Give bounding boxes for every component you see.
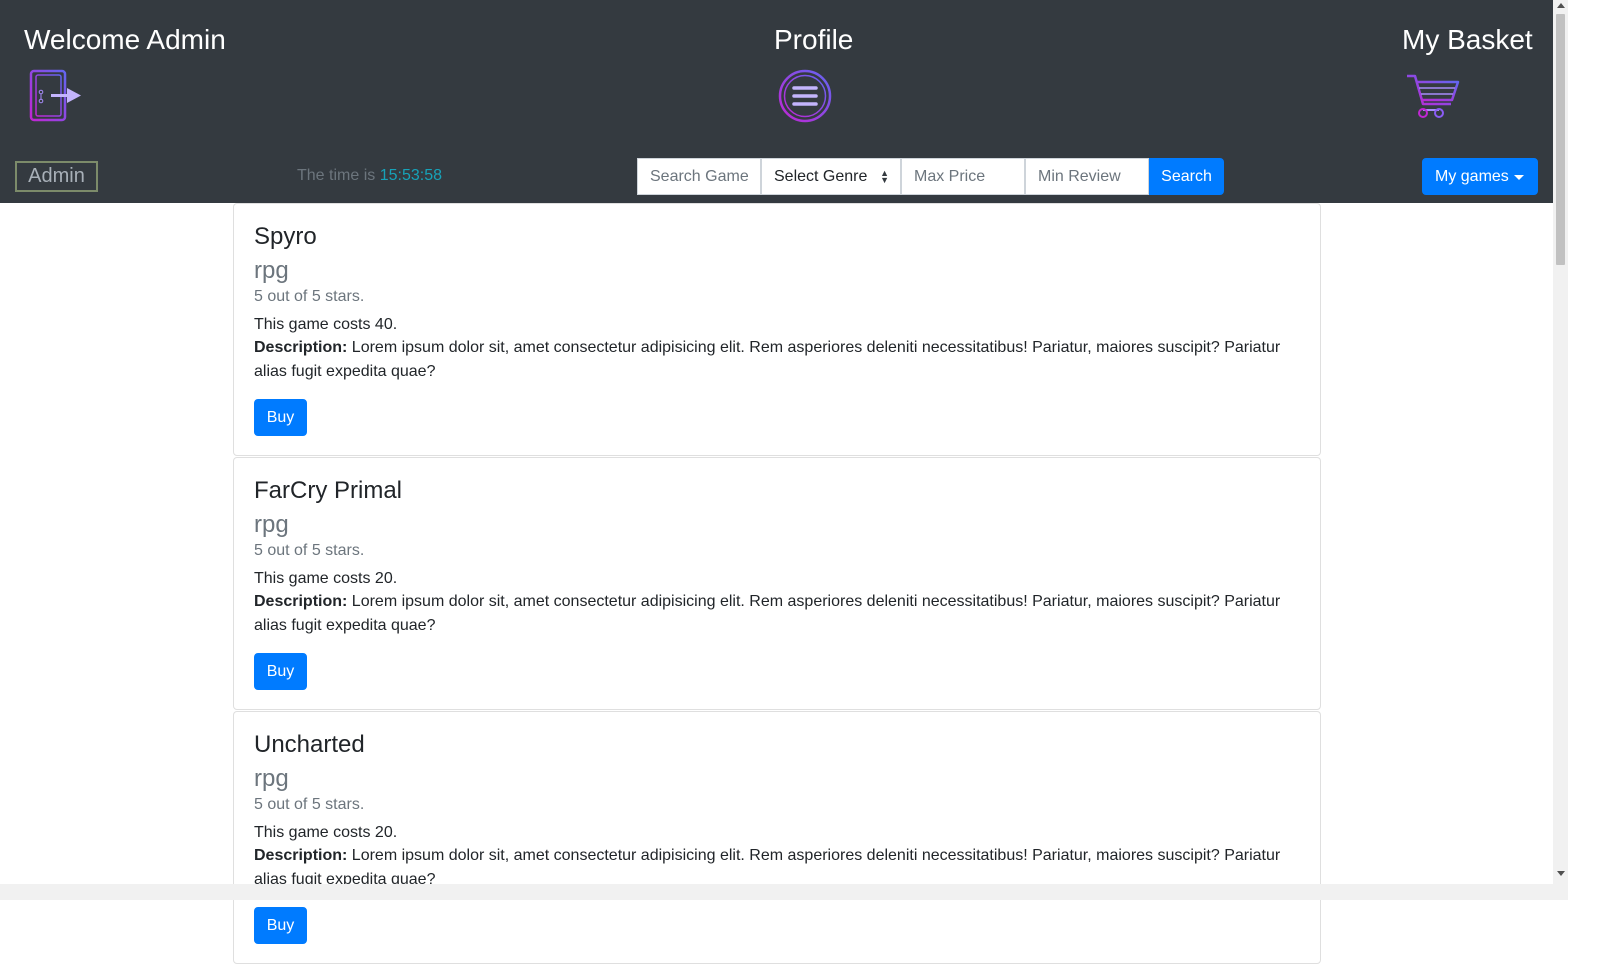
logout-door-icon[interactable] bbox=[27, 68, 83, 124]
select-arrows-icon: ▲ ▼ bbox=[880, 168, 889, 185]
max-price-input[interactable] bbox=[901, 158, 1025, 195]
buy-button[interactable]: Buy bbox=[254, 653, 307, 690]
description-label: Description: bbox=[254, 847, 348, 864]
my-games-dropdown-button[interactable]: My games bbox=[1422, 158, 1538, 195]
shopping-cart-icon[interactable] bbox=[1405, 68, 1461, 124]
basket-heading: My Basket bbox=[1402, 24, 1533, 55]
buy-button[interactable]: Buy bbox=[254, 907, 307, 944]
time-value: 15:53:58 bbox=[379, 167, 442, 184]
welcome-heading: Welcome Admin bbox=[24, 24, 226, 55]
scroll-up-arrow-icon[interactable] bbox=[1557, 3, 1565, 8]
my-games-label: My games bbox=[1435, 167, 1509, 185]
game-card: Uncharted rpg 5 out of 5 stars. This gam… bbox=[233, 711, 1321, 964]
game-title: Uncharted bbox=[254, 731, 365, 758]
time-prefix: The time is bbox=[297, 167, 376, 184]
game-price: This game costs 20. bbox=[254, 824, 398, 841]
game-genre: rpg bbox=[254, 257, 289, 284]
game-description: Description: Lorem ipsum dolor sit, amet… bbox=[254, 590, 1300, 637]
genre-select-value: Select Genre bbox=[774, 167, 868, 185]
description-text: Lorem ipsum dolor sit, amet consectetur … bbox=[254, 847, 1281, 888]
game-genre: rpg bbox=[254, 511, 289, 538]
game-price: This game costs 40. bbox=[254, 316, 398, 333]
caret-down-icon bbox=[1514, 175, 1524, 180]
game-genre: rpg bbox=[254, 765, 289, 792]
clock-display: The time is 15:53:58 bbox=[297, 166, 442, 186]
description-text: Lorem ipsum dolor sit, amet consectetur … bbox=[254, 593, 1281, 634]
scrollbar-thumb[interactable] bbox=[1556, 14, 1565, 265]
description-label: Description: bbox=[254, 593, 348, 610]
min-review-input[interactable] bbox=[1025, 158, 1149, 195]
description-label: Description: bbox=[254, 339, 348, 356]
game-rating: 5 out of 5 stars. bbox=[254, 288, 365, 305]
search-form: Select Genre ▲▼ Search bbox=[637, 158, 1224, 195]
game-rating: 5 out of 5 stars. bbox=[254, 542, 365, 559]
admin-button[interactable]: Admin bbox=[15, 161, 98, 192]
description-text: Lorem ipsum dolor sit, amet consectetur … bbox=[254, 339, 1281, 380]
game-rating: 5 out of 5 stars. bbox=[254, 796, 365, 813]
horizontal-scrollbar[interactable] bbox=[0, 884, 1553, 900]
search-game-input[interactable] bbox=[637, 158, 761, 195]
search-button[interactable]: Search bbox=[1149, 158, 1224, 195]
game-card: FarCry Primal rpg 5 out of 5 stars. This… bbox=[233, 457, 1321, 710]
game-title: Spyro bbox=[254, 223, 317, 250]
vertical-scrollbar[interactable] bbox=[1553, 0, 1568, 900]
game-card: Spyro rpg 5 out of 5 stars. This game co… bbox=[233, 203, 1321, 456]
top-navbar: Welcome Admin Profile My Basket Admin Th… bbox=[0, 0, 1553, 203]
game-description: Description: Lorem ipsum dolor sit, amet… bbox=[254, 336, 1300, 383]
profile-heading: Profile bbox=[774, 24, 854, 55]
buy-button[interactable]: Buy bbox=[254, 399, 307, 436]
scroll-down-arrow-icon[interactable] bbox=[1557, 871, 1565, 876]
game-title: FarCry Primal bbox=[254, 477, 402, 504]
game-price: This game costs 20. bbox=[254, 570, 398, 587]
genre-select[interactable]: Select Genre ▲ ▼ bbox=[761, 158, 901, 195]
hamburger-menu-icon[interactable] bbox=[777, 68, 833, 124]
